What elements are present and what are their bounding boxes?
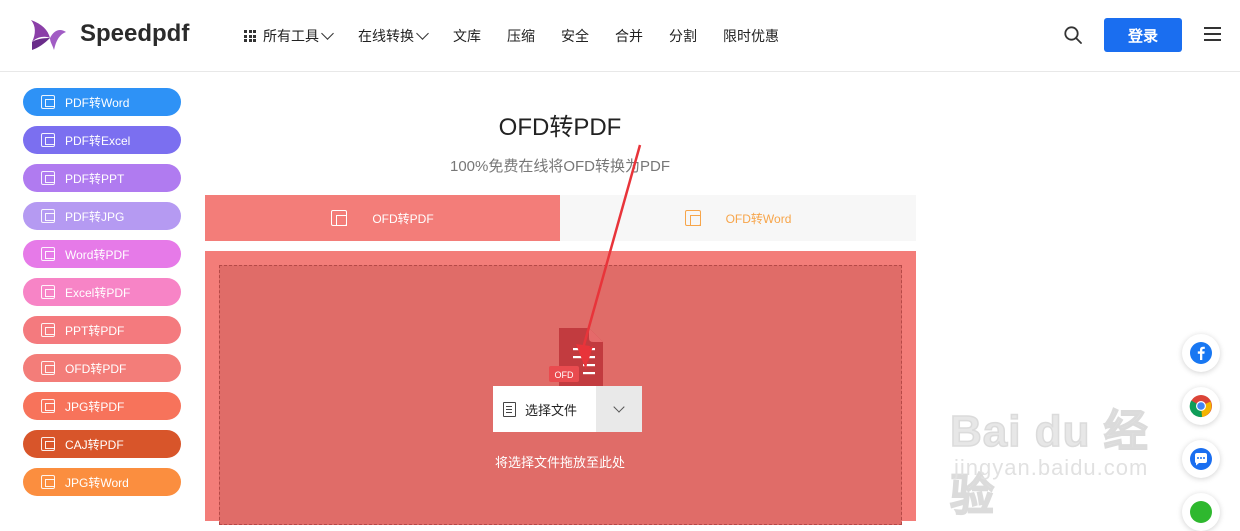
hamburger-menu-icon[interactable] — [1204, 27, 1221, 43]
facebook-icon — [1190, 342, 1212, 364]
file-convert-icon — [41, 399, 55, 413]
sidebar-item[interactable]: PDF转JPG — [23, 202, 181, 230]
share-button[interactable] — [1182, 493, 1220, 531]
select-file-button[interactable]: 选择文件 — [493, 386, 596, 432]
chat-button[interactable] — [1182, 440, 1220, 478]
file-convert-icon — [41, 361, 55, 375]
nav-online-convert[interactable]: 在线转换 — [358, 26, 429, 46]
nav-promotion[interactable]: 限时优惠 — [723, 26, 779, 46]
share-icon — [1190, 501, 1212, 523]
file-convert-icon — [41, 133, 55, 147]
nav-compress-label: 压缩 — [507, 28, 535, 44]
nav-split-label: 分割 — [669, 28, 697, 44]
nav-compress[interactable]: 压缩 — [507, 26, 535, 46]
select-file-control: 选择文件 — [493, 386, 642, 432]
facebook-button[interactable] — [1182, 334, 1220, 372]
chevron-down-icon — [321, 27, 334, 40]
sidebar-item-label: Word转PDF — [65, 247, 130, 262]
file-convert-icon — [41, 95, 55, 109]
brand-name[interactable]: Speedpdf — [80, 20, 189, 48]
sidebar-item-label: JPG转PDF — [65, 399, 125, 414]
convert-tabs: OFD转PDF OFD转Word — [205, 195, 916, 241]
sidebar-item[interactable]: JPG转Word — [23, 468, 181, 496]
file-convert-icon — [41, 437, 55, 451]
tab-ofd-to-pdf[interactable]: OFD转PDF — [205, 195, 560, 241]
sidebar-item-label: PDF转Word — [65, 95, 130, 110]
sidebar-item[interactable]: OFD转PDF — [23, 354, 181, 382]
nav-library[interactable]: 文库 — [453, 26, 481, 46]
nav-online-convert-label: 在线转换 — [358, 28, 414, 44]
select-source-dropdown[interactable] — [596, 386, 642, 432]
chat-icon — [1190, 448, 1212, 470]
chrome-button[interactable] — [1182, 387, 1220, 425]
file-dropzone[interactable]: OFD 选择文件 将选择文件拖放至此处 — [219, 265, 902, 525]
sidebar-item[interactable]: PDF转Excel — [23, 126, 181, 154]
watermark-brand: Bai du 经验 — [949, 406, 1149, 521]
sidebar-item[interactable]: PPT转PDF — [23, 316, 181, 344]
sidebar-item[interactable]: PDF转Word — [23, 88, 181, 116]
tab-ofd-to-word[interactable]: OFD转Word — [560, 195, 916, 241]
file-convert-icon — [41, 285, 55, 299]
grid-icon — [244, 30, 256, 42]
nav-merge[interactable]: 合并 — [615, 26, 643, 46]
sidebar-item-label: PDF转JPG — [65, 209, 125, 224]
chrome-icon — [1189, 395, 1212, 418]
chevron-down-icon — [416, 27, 429, 40]
nav-security-label: 安全 — [561, 28, 589, 44]
drop-hint: 将选择文件拖放至此处 — [495, 455, 626, 470]
nav-all-tools-label: 所有工具 — [263, 28, 319, 44]
sidebar-item-label: OFD转PDF — [65, 361, 127, 376]
sidebar-item-label: CAJ转PDF — [65, 437, 124, 452]
select-file-label: 选择文件 — [525, 402, 578, 418]
upload-area: OFD 选择文件 将选择文件拖放至此处 — [205, 251, 916, 525]
tab-ofd-to-word-label: OFD转Word — [725, 211, 792, 226]
ofd-file-label: OFD — [555, 370, 574, 380]
file-convert-icon — [41, 171, 55, 185]
top-header: Speedpdf 所有工具 在线转换 文库 压缩 安全 合并 分割 限时优惠 登… — [0, 0, 1240, 72]
login-button[interactable]: 登录 — [1104, 18, 1182, 52]
file-convert-icon — [41, 247, 55, 261]
sidebar-item-label: PDF转Excel — [65, 133, 131, 148]
file-convert-icon — [331, 210, 348, 226]
file-convert-icon — [41, 209, 55, 223]
page-subtitle: 100%免费在线将OFD转换为PDF — [449, 158, 671, 175]
document-icon — [503, 401, 516, 417]
baidu-watermark: Bai du 经验 jingyan.baidu.com — [949, 375, 1180, 521]
nav-promotion-label: 限时优惠 — [723, 28, 779, 44]
nav-security[interactable]: 安全 — [561, 26, 589, 46]
sidebar-item[interactable]: Excel转PDF — [23, 278, 181, 306]
sidebar-item-label: Excel转PDF — [65, 285, 131, 300]
page-title: OFD转PDF — [498, 114, 622, 141]
sidebar-tools: PDF转Word PDF转Excel PDF转PPT PDF转JPG Word转PDF E… — [23, 88, 181, 506]
search-icon[interactable] — [1064, 26, 1082, 44]
nav-split[interactable]: 分割 — [669, 26, 697, 46]
nav-merge-label: 合并 — [615, 28, 643, 44]
sidebar-item[interactable]: CAJ转PDF — [23, 430, 181, 458]
sidebar-item[interactable]: JPG转PDF — [23, 392, 181, 420]
chevron-down-icon — [613, 401, 625, 413]
tab-ofd-to-pdf-label: OFD转PDF — [372, 211, 434, 226]
watermark-url: jingyan.baidu.com — [954, 455, 1149, 480]
sidebar-item-label: PPT转PDF — [65, 323, 125, 338]
sidebar-item[interactable]: PDF转PPT — [23, 164, 181, 192]
file-convert-icon — [41, 323, 55, 337]
main-nav: 所有工具 在线转换 文库 压缩 安全 合并 分割 限时优惠 — [244, 26, 805, 46]
sidebar-item-label: PDF转PPT — [65, 171, 125, 186]
speedpdf-logo-icon[interactable] — [28, 16, 68, 54]
nav-library-label: 文库 — [453, 28, 481, 44]
file-convert-icon — [41, 475, 55, 489]
nav-all-tools[interactable]: 所有工具 — [244, 26, 334, 46]
sidebar-item[interactable]: Word转PDF — [23, 240, 181, 268]
file-convert-icon — [684, 210, 701, 226]
sidebar-item-label: JPG转Word — [65, 475, 129, 490]
